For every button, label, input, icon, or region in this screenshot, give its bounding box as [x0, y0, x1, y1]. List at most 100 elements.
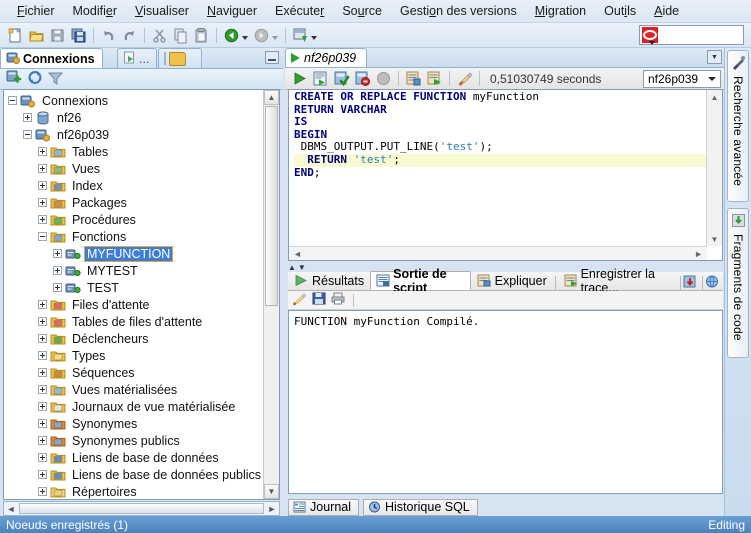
- undo-icon[interactable]: [100, 27, 117, 44]
- filter-icon[interactable]: [47, 71, 64, 88]
- run-script-icon[interactable]: [312, 70, 329, 87]
- tree-item-s-quences[interactable]: Séquences: [4, 364, 264, 381]
- clear-icon[interactable]: [456, 70, 473, 87]
- refresh-connections-icon[interactable]: [27, 70, 43, 88]
- expand-icon[interactable]: [23, 113, 32, 122]
- back-icon[interactable]: [223, 27, 240, 44]
- expand-icon[interactable]: [38, 181, 47, 190]
- results-tab-enregistrer-la-trace[interactable]: Enregistrer la trace...: [558, 267, 679, 295]
- expand-icon[interactable]: [38, 368, 47, 377]
- open-folder-icon[interactable]: [28, 27, 45, 44]
- connection-selector[interactable]: nf26p039: [643, 70, 721, 88]
- tree-vertical-scrollbar[interactable]: ▲ ▼: [263, 90, 279, 499]
- tree-item-myfunction[interactable]: MYFUNCTION: [4, 245, 264, 262]
- redo-icon[interactable]: [121, 27, 138, 44]
- collapse-icon[interactable]: [23, 130, 32, 139]
- tree-item-synonymes-publics[interactable]: Synonymes publics: [4, 432, 264, 449]
- expand-icon[interactable]: [38, 317, 47, 326]
- chevron-down-icon[interactable]: [708, 77, 716, 81]
- script-output-area[interactable]: FUNCTION myFunction Compilé.: [288, 310, 723, 494]
- sql-code[interactable]: CREATE OR REPLACE FUNCTION myFunction RET…: [289, 90, 707, 246]
- expand-icon[interactable]: [38, 436, 47, 445]
- explain-plan-icon[interactable]: [426, 70, 443, 87]
- tree-item-packages[interactable]: Packages: [4, 194, 264, 211]
- menu-outils[interactable]: Outils: [595, 2, 645, 20]
- scroll-left-button[interactable]: ◄: [4, 502, 18, 515]
- tree-item-liens-de-base-de-donn-es[interactable]: Liens de base de données: [4, 449, 264, 466]
- expand-icon[interactable]: [53, 249, 62, 258]
- dock-advanced-search[interactable]: Recherche avancée: [727, 50, 749, 202]
- connections-tree[interactable]: Connexions nf26 nf26p039 Tables Vues Index Pac…: [4, 90, 264, 499]
- deploy-icon[interactable]: [292, 27, 309, 44]
- editor-scroll-down-button[interactable]: ▼: [707, 232, 722, 246]
- menu-gestion-des-versions[interactable]: Gestion des versions: [391, 2, 526, 20]
- tab-list-dropdown-button[interactable]: ▼: [707, 50, 722, 64]
- tree-item-connexions[interactable]: Connexions: [4, 92, 264, 109]
- scroll-right-button[interactable]: ►: [265, 502, 279, 515]
- expand-icon[interactable]: [38, 470, 47, 479]
- minimize-panel-button[interactable]: [265, 51, 279, 64]
- expand-icon[interactable]: [38, 351, 47, 360]
- hscroll-thumb[interactable]: [19, 503, 264, 514]
- tree-item-test[interactable]: TEST: [4, 279, 264, 296]
- back-dropdown-caret-icon[interactable]: [242, 36, 248, 40]
- collapse-icon[interactable]: [8, 96, 17, 105]
- run-statement-icon[interactable]: [291, 70, 308, 87]
- oracle-connection-box[interactable]: [639, 25, 744, 45]
- tree-item-nf26[interactable]: nf26: [4, 109, 264, 126]
- print-output-icon[interactable]: [331, 292, 345, 308]
- expand-icon[interactable]: [38, 453, 47, 462]
- expand-icon[interactable]: [53, 266, 62, 275]
- tree-item-mytest[interactable]: MYTEST: [4, 262, 264, 279]
- clear-output-icon[interactable]: [292, 292, 307, 309]
- copy-icon[interactable]: [172, 27, 189, 44]
- bottom-tab-historique-sql[interactable]: Historique SQL: [363, 498, 478, 516]
- tree-item-r-pertoires[interactable]: Répertoires: [4, 483, 264, 499]
- results-tab-sortie-de-script[interactable]: Sortie de script: [370, 267, 471, 295]
- deploy-dropdown-caret-icon[interactable]: [311, 36, 317, 40]
- editor-vertical-scrollbar[interactable]: ▲ ▼: [706, 90, 722, 246]
- autotrace-icon[interactable]: [405, 70, 422, 87]
- tree-item-proc-dures[interactable]: Procédures: [4, 211, 264, 228]
- results-tab-r-sultats[interactable]: Résultats: [288, 271, 370, 290]
- tree-item-files-d-attente[interactable]: Files d'attente: [4, 296, 264, 313]
- bottom-tab-journal[interactable]: Journal: [288, 498, 359, 516]
- globe-icon[interactable]: [705, 275, 719, 288]
- expand-icon[interactable]: [38, 385, 47, 394]
- expand-icon[interactable]: [38, 164, 47, 173]
- dock-snippets[interactable]: Fragments de code: [727, 208, 749, 358]
- scroll-up-button[interactable]: ▲: [264, 90, 279, 105]
- scroll-thumb[interactable]: [265, 106, 278, 306]
- tree-item-tables[interactable]: Tables: [4, 143, 264, 160]
- collapse-icon[interactable]: [38, 232, 47, 241]
- tree-item-types[interactable]: Types: [4, 347, 264, 364]
- rollback-icon[interactable]: [354, 70, 371, 87]
- expand-icon[interactable]: [38, 215, 47, 224]
- tree-item-index[interactable]: Index: [4, 177, 264, 194]
- tab-rapports[interactable]: ...: [117, 48, 158, 68]
- tree-item-vues-mat-rialis-es[interactable]: Vues matérialisées: [4, 381, 264, 398]
- tree-item-nf26p039[interactable]: nf26p039: [4, 126, 264, 143]
- save-all-icon[interactable]: [70, 27, 87, 44]
- menu-ex-cuter[interactable]: Exécuter: [266, 2, 333, 20]
- editor-scroll-left-button[interactable]: ◄: [293, 249, 302, 259]
- expand-icon[interactable]: [38, 198, 47, 207]
- cut-icon[interactable]: [151, 27, 168, 44]
- expand-icon[interactable]: [38, 419, 47, 428]
- sql-editor[interactable]: CREATE OR REPLACE FUNCTION myFunction RET…: [288, 89, 723, 261]
- expand-icon[interactable]: [38, 300, 47, 309]
- menu-source[interactable]: Source: [333, 2, 391, 20]
- menu-naviguer[interactable]: Naviguer: [198, 2, 266, 20]
- expand-icon[interactable]: [38, 402, 47, 411]
- menu-visualiser[interactable]: Visualiser: [126, 2, 198, 20]
- editor-horizontal-scrollbar[interactable]: ◄ ►: [289, 246, 707, 260]
- tab-connexions[interactable]: Connexions: [0, 48, 103, 68]
- menu-aide[interactable]: Aide: [645, 2, 688, 20]
- results-tab-expliquer[interactable]: Expliquer: [471, 271, 553, 290]
- tree-item-journaux-de-vue-mat-rialis-e[interactable]: Journaux de vue matérialisée: [4, 398, 264, 415]
- tab-fichiers[interactable]: [158, 48, 202, 68]
- new-file-icon[interactable]: [7, 27, 24, 44]
- expand-icon[interactable]: [38, 334, 47, 343]
- export-icon[interactable]: [683, 275, 697, 288]
- expand-icon[interactable]: [38, 147, 47, 156]
